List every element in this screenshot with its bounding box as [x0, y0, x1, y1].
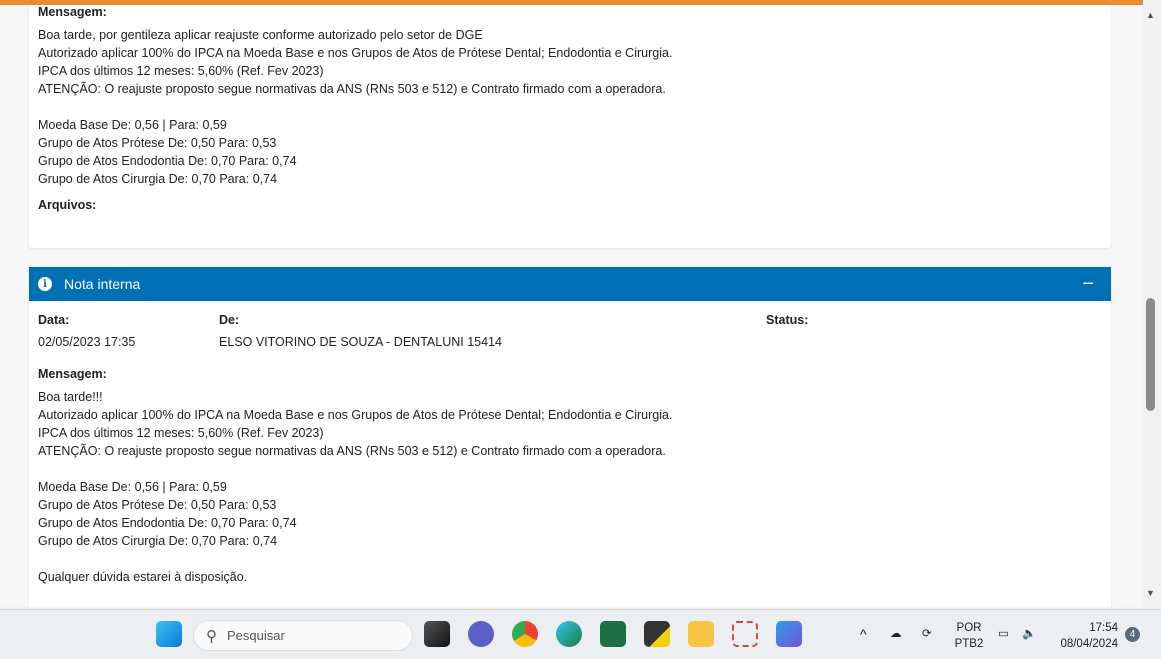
network-icon[interactable]: ▭ — [998, 626, 1009, 642]
message-line: Moeda Base De: 0,56 | Para: 0,59 — [38, 480, 227, 494]
sync-icon[interactable]: ⟳ — [922, 626, 932, 642]
message-line: ATENÇÃO: O reajuste proposto segue norma… — [38, 82, 666, 96]
page-content: Mensagem: Boa tarde, por gentileza aplic… — [0, 5, 1143, 607]
date-value: 02/05/2023 17:35 — [38, 335, 136, 349]
clock[interactable]: 17:54 08/04/2024 — [1052, 620, 1118, 652]
excel-icon[interactable] — [600, 621, 626, 647]
search-icon: ⚲ — [206, 627, 217, 645]
scroll-down-icon[interactable]: ▼ — [1146, 588, 1155, 598]
chevron-up-icon[interactable]: ^ — [860, 626, 867, 642]
from-label: De: — [219, 313, 240, 327]
info-icon: i — [38, 277, 52, 291]
keyboard-layout: PTB2 — [954, 638, 984, 650]
scrollbar[interactable]: ▲ ▼ — [1143, 0, 1161, 607]
taskbar: ⚲ Pesquisar ^ ☁ ⟳ POR PTB2 ▭ 🔈 17:54 08/04/… — [0, 609, 1161, 659]
message-line: IPCA dos últimos 12 meses: 5,60% (Ref. F… — [38, 64, 324, 78]
windows-start-icon[interactable] — [156, 621, 182, 647]
task-view-icon[interactable] — [424, 621, 450, 647]
message-line: Boa tarde, por gentileza aplicar reajust… — [38, 28, 483, 42]
message-label: Mensagem: — [38, 5, 107, 19]
message-line — [38, 550, 1102, 568]
edge-icon[interactable] — [556, 621, 582, 647]
time: 17:54 — [1089, 622, 1118, 634]
message-card: Mensagem: Boa tarde, por gentileza aplic… — [29, 5, 1111, 248]
message-line: ATENÇÃO: O reajuste proposto segue norma… — [38, 444, 666, 458]
internal-note-header[interactable]: i Nota interna − — [29, 267, 1111, 301]
status-label: Status: — [766, 313, 809, 327]
sticky-notes-icon[interactable] — [644, 621, 670, 647]
message-line — [38, 586, 1102, 604]
message-line — [38, 460, 1102, 478]
internal-note-card: i Nota interna − Data: De: Status: 02/05/2… — [29, 267, 1111, 607]
file-explorer-icon[interactable] — [688, 621, 714, 647]
scrollbar-thumb[interactable] — [1146, 298, 1155, 411]
message-body: Boa tarde!!! Autorizado aplicar 100% do I… — [38, 388, 1102, 607]
message-line — [38, 98, 1102, 116]
search-input[interactable]: ⚲ Pesquisar — [193, 620, 413, 651]
language-indicator[interactable]: POR PTB2 — [950, 620, 988, 652]
scroll-up-icon[interactable]: ▲ — [1146, 10, 1155, 20]
message-line: Qualquer dúvida estarei à disposição. — [38, 570, 248, 584]
message-line: Atenciosamente, — [38, 604, 1102, 607]
photos-icon[interactable] — [776, 621, 802, 647]
message-body: Boa tarde, por gentileza aplicar reajust… — [38, 26, 1102, 188]
chrome-icon[interactable] — [512, 621, 538, 647]
internal-note-title: Nota interna — [64, 276, 141, 292]
snipping-tool-icon[interactable] — [732, 621, 758, 647]
message-line: Grupo de Atos Cirurgia De: 0,70 Para: 0,… — [38, 534, 278, 548]
message-line: Grupo de Atos Prótese De: 0,50 Para: 0,5… — [38, 136, 277, 150]
teams-icon[interactable] — [468, 621, 494, 647]
message-line: Grupo de Atos Endodontia De: 0,70 Para: … — [38, 516, 297, 530]
message-line: Grupo de Atos Cirurgia De: 0,70 Para: 0,… — [38, 172, 278, 186]
files-label: Arquivos: — [38, 198, 97, 212]
search-placeholder: Pesquisar — [227, 628, 285, 643]
message-line: Grupo de Atos Endodontia De: 0,70 Para: … — [38, 154, 297, 168]
message-line: Moeda Base De: 0,56 | Para: 0,59 — [38, 118, 227, 132]
message-line: IPCA dos últimos 12 meses: 5,60% (Ref. F… — [38, 426, 324, 440]
message-line: Autorizado aplicar 100% do IPCA na Moeda… — [38, 46, 673, 60]
language: POR — [956, 622, 982, 634]
message-line: Autorizado aplicar 100% do IPCA na Moeda… — [38, 408, 673, 422]
collapse-button[interactable]: − — [1082, 273, 1094, 296]
message-line: Grupo de Atos Prótese De: 0,50 Para: 0,5… — [38, 498, 277, 512]
onedrive-icon[interactable]: ☁ — [890, 626, 902, 642]
date-label: Data: — [38, 313, 70, 327]
message-label: Mensagem: — [38, 367, 107, 381]
date: 08/04/2024 — [1060, 638, 1118, 650]
notification-badge[interactable]: 4 — [1125, 627, 1140, 642]
message-line: Boa tarde!!! — [38, 390, 103, 404]
volume-icon[interactable]: 🔈 — [1022, 626, 1036, 642]
from-value: ELSO VITORINO DE SOUZA - DENTALUNI 15414 — [219, 335, 502, 349]
